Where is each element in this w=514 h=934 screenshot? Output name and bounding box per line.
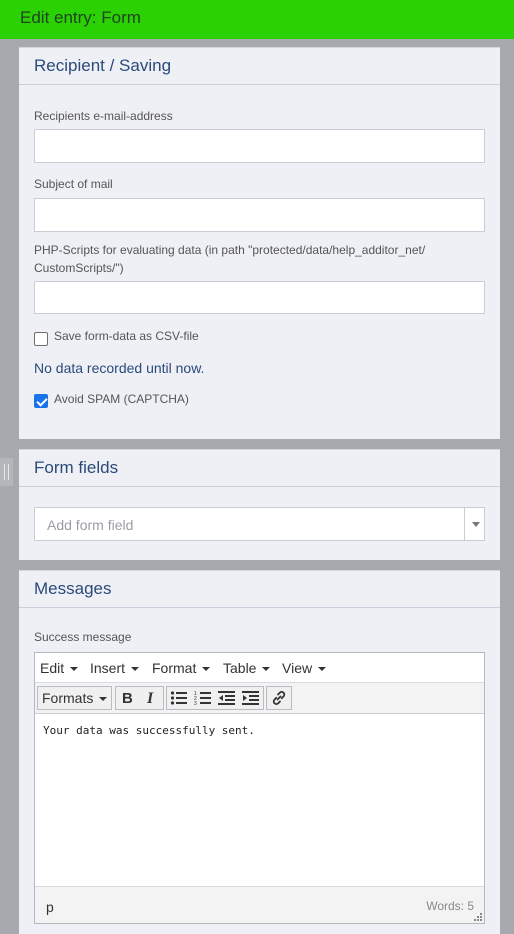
- success-message-label: Success message: [34, 630, 132, 644]
- svg-text:B: B: [122, 690, 133, 706]
- grip-line: [8, 464, 9, 480]
- outdent-icon: [218, 691, 235, 705]
- word-count: Words: 5: [426, 899, 474, 913]
- subject-label: Subject of mail: [34, 177, 113, 191]
- editor-content[interactable]: Your data was successfully sent.: [35, 714, 484, 886]
- svg-text:I: I: [146, 690, 154, 706]
- bold-button[interactable]: B: [116, 687, 140, 709]
- menu-view[interactable]: View: [282, 660, 327, 676]
- menu-insert-label: Insert: [90, 660, 126, 676]
- csv-checkbox-label: Save form-data as CSV-file: [54, 329, 199, 343]
- menu-table[interactable]: Table: [223, 660, 271, 676]
- chevron-down-icon: [318, 667, 327, 672]
- subject-field[interactable]: [34, 198, 485, 232]
- menu-format[interactable]: Format: [152, 660, 211, 676]
- page-title: Edit entry: Form: [20, 8, 141, 27]
- numbered-list-icon: 1 2 3: [194, 691, 211, 706]
- chevron-down-icon: [70, 667, 79, 672]
- italic-button[interactable]: I: [140, 687, 164, 709]
- resize-handle[interactable]: [0, 458, 13, 486]
- formats-dropdown[interactable]: Formats: [37, 686, 112, 710]
- rich-text-editor[interactable]: Edit Insert Format Table View Formats B …: [34, 652, 485, 924]
- resize-grip-icon[interactable]: [473, 912, 482, 921]
- menu-edit[interactable]: Edit: [40, 660, 79, 676]
- list-group: 1 2 3: [166, 686, 264, 710]
- element-path[interactable]: p: [46, 899, 54, 915]
- scripts-label-line1: PHP-Scripts for evaluating data (in path…: [34, 243, 426, 257]
- editor-menubar: Edit Insert Format Table View: [35, 653, 484, 683]
- menu-table-label: Table: [223, 660, 257, 676]
- editor-statusbar: p Words: 5: [35, 886, 484, 923]
- menu-format-label: Format: [152, 660, 197, 676]
- chevron-down-icon: [202, 667, 211, 672]
- link-group: [266, 686, 292, 710]
- no-data-text: No data recorded until now.: [34, 360, 205, 376]
- chevron-down-icon: [262, 667, 271, 672]
- panel-header: Recipient / Saving: [19, 48, 500, 85]
- indent-icon: [242, 691, 259, 705]
- editor-toolbar: Formats B I 1 2 3: [35, 683, 484, 714]
- outdent-button[interactable]: [215, 687, 239, 709]
- link-icon: [272, 691, 286, 705]
- messages-panel: Messages Success message Edit Insert For…: [19, 570, 500, 934]
- add-form-field-select[interactable]: Add form field: [34, 507, 485, 541]
- formats-label: Formats: [42, 690, 94, 706]
- chevron-down-icon: [131, 667, 140, 672]
- csv-checkbox[interactable]: [34, 332, 48, 346]
- editor-paragraph: Your data was successfully sent.: [43, 724, 255, 737]
- link-button[interactable]: [267, 687, 291, 709]
- chevron-down-icon: [99, 697, 107, 701]
- form-fields-panel: Form fields Add form field: [19, 449, 500, 560]
- text-style-group: B I: [115, 686, 164, 710]
- header-bar: Edit entry: Form: [0, 0, 514, 39]
- panel-header: Messages: [19, 571, 500, 608]
- select-divider: [464, 508, 465, 540]
- bullet-list-icon: [170, 691, 187, 705]
- recipient-section-title: Recipient / Saving: [34, 56, 172, 75]
- messages-section-title: Messages: [34, 579, 112, 598]
- italic-icon: I: [146, 690, 154, 706]
- numbered-list-button[interactable]: 1 2 3: [191, 687, 215, 709]
- chevron-down-icon[interactable]: [472, 522, 480, 527]
- indent-button[interactable]: [239, 687, 263, 709]
- grip-line: [4, 464, 5, 480]
- form-fields-section-title: Form fields: [34, 458, 119, 477]
- captcha-checkbox-label: Avoid SPAM (CAPTCHA): [54, 392, 189, 406]
- menu-insert[interactable]: Insert: [90, 660, 140, 676]
- recipient-panel: Recipient / Saving Recipients e-mail-add…: [19, 47, 500, 439]
- menu-view-label: View: [282, 660, 313, 676]
- add-form-field-placeholder: Add form field: [47, 517, 134, 533]
- scripts-label-line2: CustomScripts/"): [34, 261, 124, 275]
- panel-header: Form fields: [19, 450, 500, 487]
- scripts-field[interactable]: [34, 281, 485, 314]
- menu-edit-label: Edit: [40, 660, 65, 676]
- email-field[interactable]: [34, 129, 485, 163]
- svg-text:3: 3: [194, 701, 197, 706]
- email-label: Recipients e-mail-address: [34, 109, 173, 123]
- bold-icon: B: [122, 690, 133, 706]
- captcha-checkbox[interactable]: [34, 394, 48, 408]
- bullet-list-button[interactable]: [167, 687, 191, 709]
